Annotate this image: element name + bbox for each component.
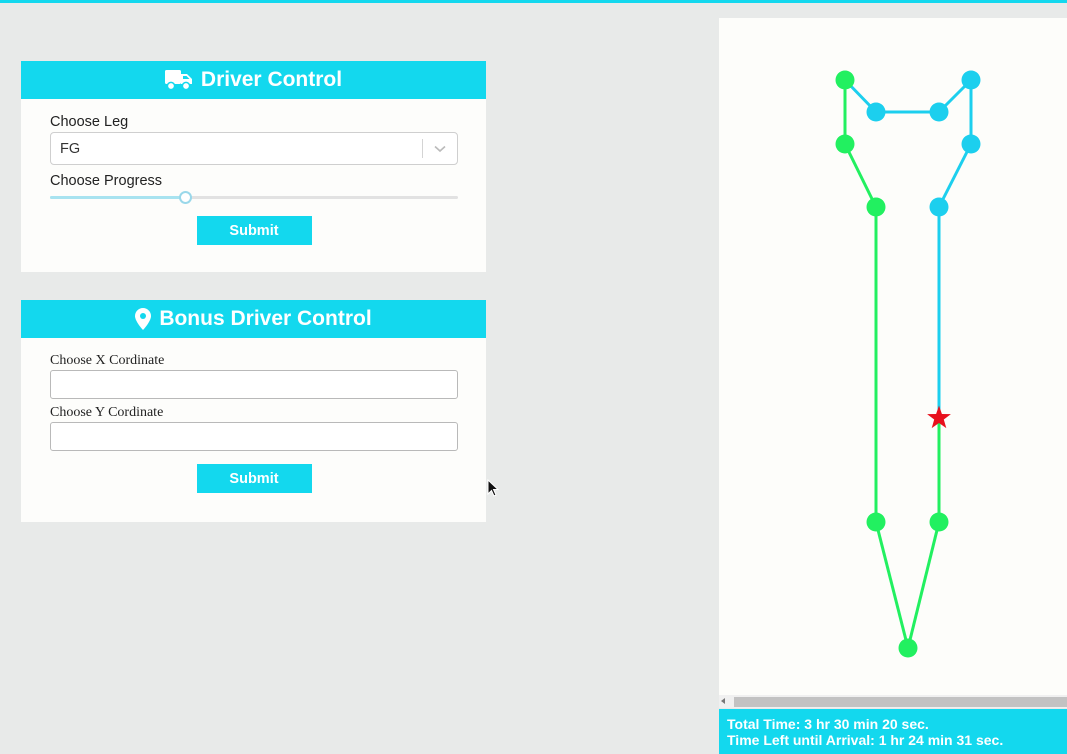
total-time-text: Total Time: 3 hr 30 min 20 sec.: [727, 716, 929, 732]
route-segment: [843, 143, 878, 208]
top-accent-line: [0, 0, 1067, 3]
driver-submit-button[interactable]: Submit: [196, 216, 312, 245]
route-stop[interactable]: [866, 197, 886, 217]
horizontal-scrollbar[interactable]: [719, 695, 1067, 708]
route-map[interactable]: [719, 18, 1067, 695]
route-segment: [874, 521, 910, 649]
x-coordinate-label: Choose X Cordinate: [50, 353, 165, 368]
route-stop[interactable]: [929, 512, 949, 532]
y-coordinate-label: Choose Y Cordinate: [50, 405, 164, 420]
route-stop[interactable]: [835, 134, 855, 154]
truck-icon: [164, 69, 193, 91]
bonus-submit-button[interactable]: Submit: [196, 464, 312, 493]
driver-control-title: Driver Control: [200, 68, 343, 91]
driver-control-body: Choose Leg FG Choose Progress Submit: [21, 99, 486, 245]
mouse-pointer-icon: [487, 478, 500, 502]
route-map-canvas: [835, 70, 981, 658]
trip-status-bar: Total Time: 3 hr 30 min 20 sec. Time Lef…: [719, 709, 1067, 754]
route-stop[interactable]: [866, 102, 886, 122]
chevron-down-icon[interactable]: [423, 145, 457, 153]
slider-fill: [50, 196, 185, 199]
route-stop[interactable]: [898, 638, 918, 658]
route-segment: [937, 143, 973, 208]
slider-handle[interactable]: [178, 191, 192, 204]
route-segment: [906, 521, 941, 649]
leg-select-value: FG: [60, 140, 81, 157]
bonus-control-header: Bonus Driver Control: [21, 300, 486, 338]
route-stop[interactable]: [835, 70, 855, 90]
route-stop[interactable]: [866, 512, 886, 532]
scroll-left-arrow-icon[interactable]: [721, 698, 725, 704]
route-stop[interactable]: [961, 70, 981, 90]
map-marker-icon: [135, 308, 152, 330]
x-coordinate-input[interactable]: [50, 370, 458, 399]
progress-slider[interactable]: [50, 190, 458, 204]
route-stop[interactable]: [929, 102, 949, 122]
route-stop[interactable]: [929, 197, 949, 217]
leg-select[interactable]: FG: [50, 132, 458, 165]
bonus-control-title: Bonus Driver Control: [159, 307, 372, 330]
driver-control-header: Driver Control: [21, 61, 486, 99]
choose-leg-label: Choose Leg: [50, 114, 129, 130]
time-left-text: Time Left until Arrival: 1 hr 24 min 31 …: [727, 732, 1004, 748]
scrollbar-thumb[interactable]: [734, 697, 1067, 707]
choose-progress-label: Choose Progress: [50, 173, 163, 189]
bonus-driver-control-panel: Bonus Driver Control Choose X Cordinate …: [21, 300, 486, 522]
route-stop[interactable]: [961, 134, 981, 154]
bonus-control-body: Choose X Cordinate Choose Y Cordinate Su…: [21, 338, 486, 493]
driver-control-panel: Driver Control Choose Leg FG Choose Prog…: [21, 61, 486, 272]
y-coordinate-input[interactable]: [50, 422, 458, 451]
